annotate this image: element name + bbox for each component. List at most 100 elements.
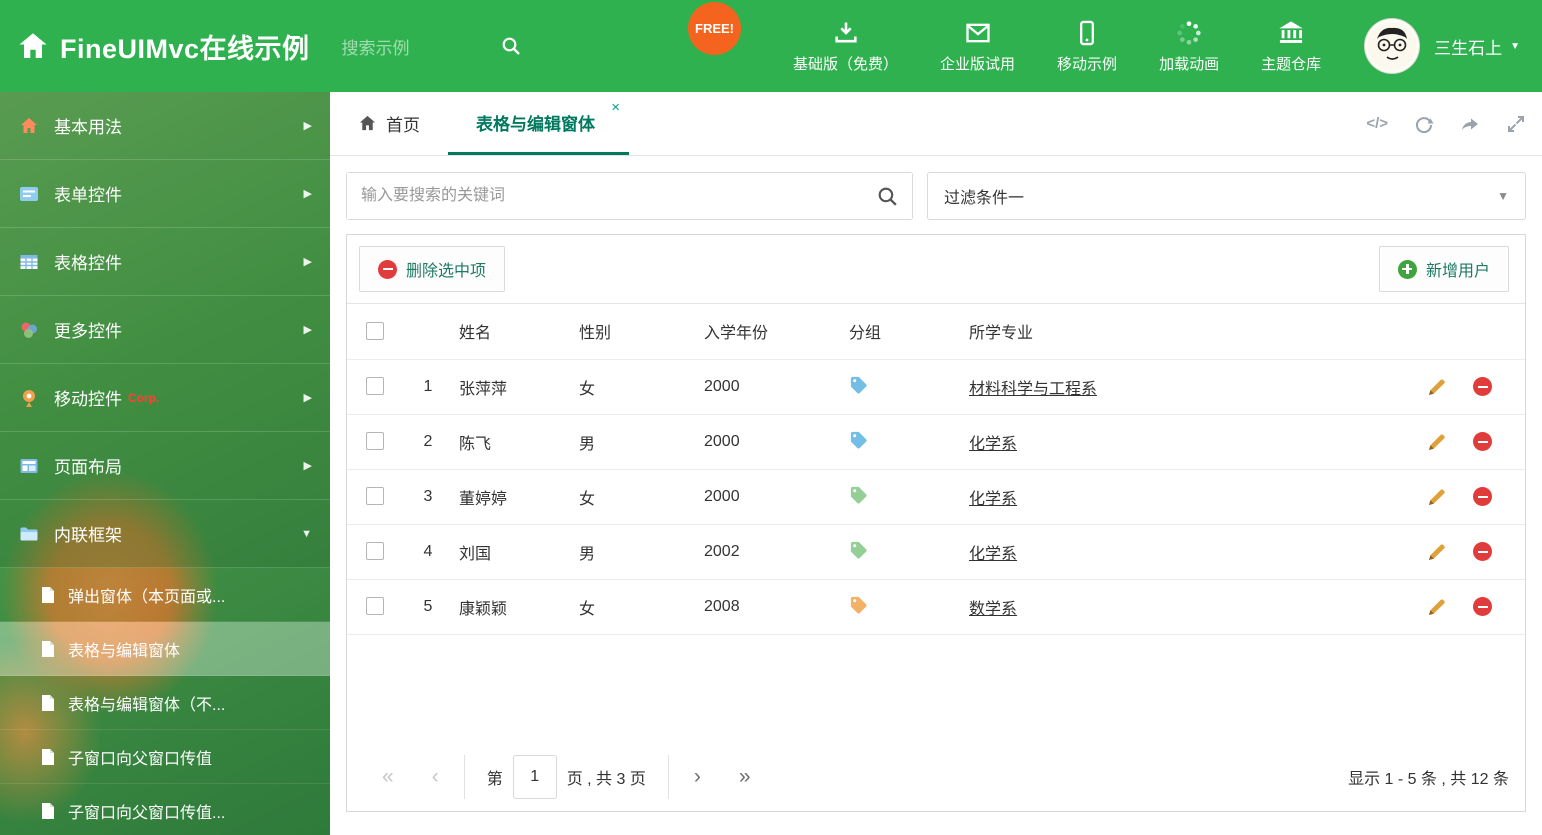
first-page-button[interactable]: « — [363, 765, 413, 789]
table-row[interactable]: 1 张萍萍 女 2000 材料科学与工程系 — [347, 359, 1525, 414]
sidebar-subitem-popup-window[interactable]: 弹出窗体（本页面或... — [0, 568, 330, 622]
nav-basic-free[interactable]: 基础版（免费） — [772, 19, 919, 74]
chevron-right-icon: ▶ — [303, 256, 312, 268]
next-page-button[interactable]: › — [675, 765, 720, 789]
header-search[interactable]: 搜索示例 — [342, 34, 522, 59]
add-user-button[interactable]: 新增用户 — [1378, 246, 1509, 292]
tab-home[interactable]: 首页 — [330, 92, 448, 155]
chevron-right-icon: ▶ — [303, 188, 312, 200]
user-menu[interactable]: 三生石上 ▼ — [1434, 34, 1520, 59]
table-row[interactable]: 2 陈飞 男 2000 化学系 — [347, 414, 1525, 469]
home-icon — [358, 114, 377, 133]
edit-icon[interactable] — [1427, 377, 1447, 397]
chevron-down-icon: ▼ — [1510, 40, 1520, 52]
app-header: FineUIMvc在线示例 搜索示例 FREE! 基础版（免费） 企业版试用 移… — [0, 0, 1542, 92]
major-link[interactable]: 化学系 — [969, 436, 1017, 453]
row-index: 3 — [423, 487, 433, 505]
search-icon[interactable] — [500, 35, 522, 57]
grid-toolbar: 删除选中项 新增用户 — [347, 235, 1525, 304]
row-gender: 男 — [579, 545, 596, 563]
search-icon[interactable] — [876, 185, 899, 208]
keyword-searchbox[interactable] — [346, 172, 913, 220]
page-number-group: 第 页 , 共 3 页 — [463, 755, 669, 799]
table-row[interactable]: 3 董婷婷 女 2000 化学系 — [347, 469, 1525, 524]
delete-icon[interactable] — [1473, 542, 1493, 561]
row-gender: 女 — [579, 380, 596, 398]
edit-icon[interactable] — [1427, 597, 1447, 617]
col-gender: 性别 — [579, 325, 612, 343]
sidebar-subitem-grid-edit-window[interactable]: 表格与编辑窗体 — [0, 622, 330, 676]
prev-page-button[interactable]: ‹ — [413, 765, 458, 789]
major-link[interactable]: 化学系 — [969, 491, 1017, 508]
sidebar-item-basic-usage[interactable]: 基本用法 ▶ — [0, 92, 330, 160]
keyword-search-input[interactable] — [347, 173, 912, 219]
delete-selected-button[interactable]: 删除选中项 — [359, 246, 506, 292]
sidebar-subitem-child-to-parent-2[interactable]: 子窗口向父窗口传值... — [0, 784, 330, 835]
row-name: 陈飞 — [459, 435, 492, 453]
home-icon — [18, 115, 40, 137]
nav-enterprise-trial[interactable]: 企业版试用 — [919, 19, 1036, 74]
page-prefix: 第 — [486, 771, 503, 788]
select-all-checkbox[interactable] — [366, 322, 384, 341]
username: 三生石上 — [1434, 38, 1503, 58]
col-actions — [1405, 304, 1525, 359]
page-number-input[interactable] — [512, 755, 557, 799]
record-summary: 显示 1 - 5 条 , 共 12 条 — [1348, 771, 1509, 788]
edit-icon[interactable] — [1427, 432, 1447, 452]
delete-icon[interactable] — [1473, 377, 1493, 396]
sidebar-item-more-controls[interactable]: 更多控件 ▶ — [0, 296, 330, 364]
users-table: 姓名 性别 入学年份 分组 所学专业 1 张萍萍 女 2000 材料科学与工程系 — [347, 304, 1525, 635]
avatar[interactable] — [1364, 18, 1421, 74]
sidebar-item-inline-frame[interactable]: 内联框架 ▼ — [0, 500, 330, 568]
filter-dropdown[interactable]: 过滤条件一 ▼ — [927, 172, 1526, 220]
file-icon — [40, 694, 56, 712]
tab-grid-edit-window[interactable]: 表格与编辑窗体 × — [448, 92, 629, 155]
edit-icon[interactable] — [1427, 542, 1447, 562]
row-checkbox[interactable] — [366, 377, 384, 396]
edit-icon[interactable] — [1427, 487, 1447, 507]
page-suffix: 页 , 共 3 页 — [566, 771, 646, 788]
sidebar-item-page-layout[interactable]: 页面布局 ▶ — [0, 432, 330, 500]
sidebar-item-mobile-controls[interactable]: 移动控件 Corp. ▶ — [0, 364, 330, 432]
row-checkbox[interactable] — [366, 432, 384, 451]
free-badge: FREE! — [688, 2, 741, 55]
share-icon[interactable] — [1460, 114, 1480, 134]
nav-mobile-demo[interactable]: 移动示例 — [1036, 19, 1138, 74]
col-group: 分组 — [849, 325, 882, 343]
table-row[interactable]: 5 康颖颖 女 2008 数学系 — [347, 579, 1525, 634]
delete-icon[interactable] — [1473, 597, 1493, 616]
sidebar-subitem-grid-edit-window-2[interactable]: 表格与编辑窗体（不... — [0, 676, 330, 730]
major-link[interactable]: 材料科学与工程系 — [969, 381, 1097, 398]
row-checkbox[interactable] — [366, 597, 384, 616]
sidebar-item-grid-controls[interactable]: 表格控件 ▶ — [0, 228, 330, 296]
main-content: 首页 表格与编辑窗体 × </> 过滤条件一 ▼ — [330, 92, 1542, 835]
sidebar-subitem-child-to-parent[interactable]: 子窗口向父窗口传值 — [0, 730, 330, 784]
minus-circle-icon — [378, 259, 397, 279]
expand-icon[interactable] — [1506, 114, 1526, 134]
filter-row: 过滤条件一 ▼ — [346, 172, 1526, 220]
col-index — [397, 304, 459, 359]
chevron-down-icon: ▼ — [301, 527, 312, 540]
table-icon — [18, 251, 40, 273]
sidebar: 基本用法 ▶ 表单控件 ▶ 表格控件 ▶ 更多控件 ▶ 移动控件 Corp. ▶ — [0, 92, 330, 835]
row-index: 1 — [423, 377, 433, 395]
nav-loading-animation[interactable]: 加载动画 — [1138, 19, 1240, 74]
col-major: 所学专业 — [969, 325, 1034, 343]
major-link[interactable]: 化学系 — [969, 546, 1017, 563]
home-icon[interactable] — [18, 31, 48, 61]
refresh-icon[interactable] — [1414, 114, 1434, 134]
row-name: 董婷婷 — [459, 490, 508, 508]
last-page-button[interactable]: » — [720, 765, 770, 789]
sidebar-item-form-controls[interactable]: 表单控件 ▶ — [0, 160, 330, 228]
row-checkbox[interactable] — [366, 542, 384, 561]
bank-icon — [1277, 19, 1305, 47]
delete-icon[interactable] — [1473, 487, 1493, 506]
row-checkbox[interactable] — [366, 487, 384, 506]
mobile-pin-icon — [18, 387, 40, 409]
major-link[interactable]: 数学系 — [969, 601, 1017, 618]
table-row[interactable]: 4 刘国 男 2002 化学系 — [347, 524, 1525, 579]
source-code-icon[interactable]: </> — [1366, 115, 1388, 132]
nav-theme-repo[interactable]: 主题仓库 — [1240, 19, 1342, 74]
close-icon[interactable]: × — [611, 99, 620, 116]
delete-icon[interactable] — [1473, 432, 1493, 451]
